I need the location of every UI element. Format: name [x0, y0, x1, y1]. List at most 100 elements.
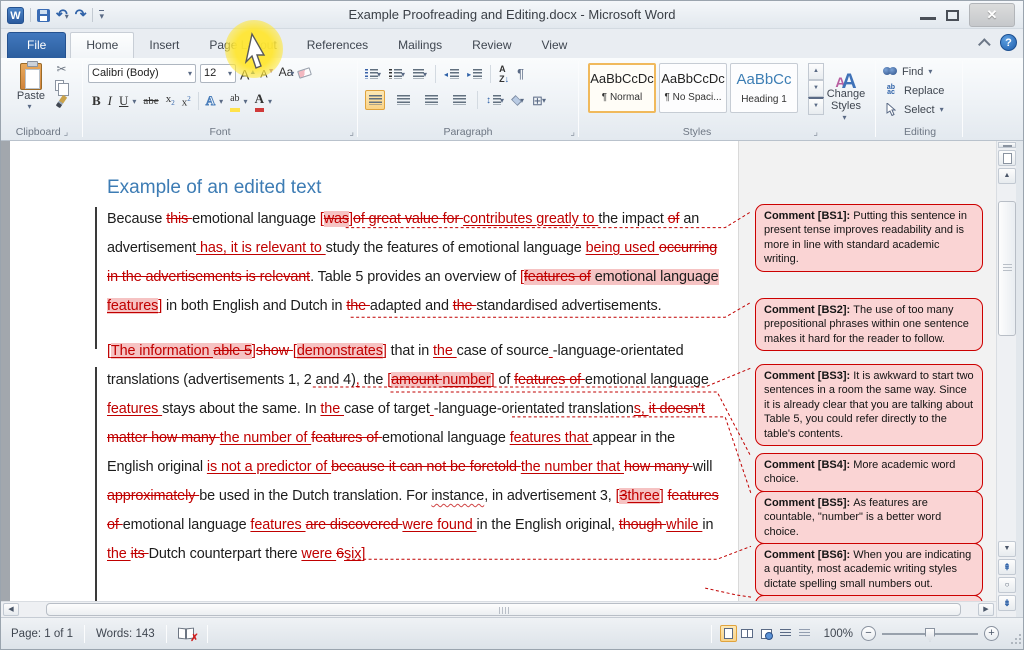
web-layout-view-button[interactable] [758, 625, 775, 642]
document-heading[interactable]: Example of an edited text [107, 177, 321, 199]
font-size-select[interactable]: 12▾ [200, 64, 236, 83]
tab-page-layout[interactable]: Page Layout [194, 33, 291, 58]
zoom-in-button[interactable]: + [984, 626, 999, 641]
superscript-button[interactable]: x2 [182, 90, 191, 112]
font-family-select[interactable]: Calibri (Body)▾ [88, 64, 196, 83]
style-card[interactable]: AaBbCcDc¶ No Spaci... [659, 63, 727, 113]
tab-file[interactable]: File [7, 32, 66, 58]
zoom-slider[interactable] [882, 633, 978, 635]
format-painter-icon[interactable] [56, 95, 68, 109]
select-browse-object-icon[interactable]: ○ [998, 577, 1016, 593]
tab-home[interactable]: Home [70, 32, 134, 58]
comment-balloon[interactable]: Comment [BS2]: The use of too many prepo… [755, 298, 983, 351]
select-button[interactable]: Select▾ [883, 100, 944, 119]
previous-page-icon[interactable]: ⇞ [998, 559, 1016, 575]
underline-button[interactable]: U [119, 92, 128, 110]
copy-icon[interactable] [55, 80, 64, 91]
grow-font-button[interactable]: A▲ [240, 64, 256, 84]
highlight-button[interactable]: ab [230, 90, 239, 112]
multilevel-list-icon[interactable]: ▾ [413, 69, 427, 79]
next-page-icon[interactable]: ⇟ [998, 595, 1016, 611]
italic-button[interactable]: I [108, 92, 112, 110]
horizontal-scrollbar[interactable]: ◀ ▶ [1, 601, 996, 617]
comment-label: Comment [BS3]: [764, 370, 853, 382]
web-layout-icon [761, 629, 772, 639]
increase-indent-icon[interactable]: ▸ [467, 69, 482, 79]
resize-grip[interactable] [1007, 630, 1021, 644]
dialog-launcher-icon[interactable]: ⌟ [349, 129, 354, 137]
change-styles-button[interactable]: AA Change Styles ▾ [820, 60, 872, 124]
subscript-button[interactable]: x2 [166, 90, 175, 112]
page-indicator[interactable]: Page: 1 of 1 [7, 628, 77, 640]
align-right-button[interactable] [421, 90, 441, 110]
horizontal-scroll-thumb[interactable] [46, 603, 961, 616]
minimize-icon[interactable] [920, 10, 936, 20]
vertical-scrollbar[interactable]: ▲ ▼ ⇞ ○ ⇟ [996, 141, 1016, 617]
replace-button[interactable]: abacReplace [883, 81, 944, 100]
paragraph[interactable]: [The information able 5]show [demonstrat… [107, 337, 725, 569]
scroll-right-icon[interactable]: ▶ [978, 603, 994, 616]
comment-balloon[interactable]: Comment [BS6]: When you are indicating a… [755, 543, 983, 596]
fullscreen-reading-view-button[interactable] [739, 625, 756, 642]
find-button[interactable]: Find▾ [883, 62, 944, 81]
zoom-level[interactable]: 100% [824, 628, 853, 640]
show-formatting-marks-icon[interactable]: ¶ [517, 67, 524, 81]
comment-label: Comment [BS5]: [764, 497, 853, 509]
comment-balloon[interactable]: Comment [BS3]: It is awkward to start tw… [755, 364, 983, 446]
comment-balloon[interactable]: Comment [BS4]: More academic word choice… [755, 453, 983, 492]
shading-icon[interactable]: ▾ [512, 96, 524, 105]
dialog-launcher-icon[interactable]: ⌟ [64, 127, 69, 138]
zoom-slider-thumb[interactable] [925, 628, 935, 642]
help-icon[interactable]: ? [1000, 34, 1017, 51]
comment-balloon[interactable]: Comment [BS1]: Putting this sentence in … [755, 204, 983, 272]
dialog-launcher-icon[interactable]: ⌟ [570, 129, 575, 137]
style-card[interactable]: AaBbCcDc¶ Normal [588, 63, 656, 113]
tab-view[interactable]: View [527, 33, 583, 58]
bullets-icon[interactable]: ▾ [365, 69, 381, 79]
bold-button[interactable]: B [92, 92, 101, 110]
tab-insert[interactable]: Insert [134, 33, 194, 58]
comment-balloon[interactable]: Comment [BS5]: As features are countable… [755, 491, 983, 544]
ruler-toggle-icon[interactable] [998, 150, 1016, 166]
font-color-button[interactable]: A [255, 90, 264, 112]
vertical-scroll-thumb[interactable] [998, 201, 1016, 336]
scroll-down-icon[interactable]: ▼ [998, 541, 1016, 557]
cut-icon[interactable]: ✂ [56, 63, 66, 76]
borders-icon[interactable]: ⊞▾ [532, 94, 546, 107]
change-case-button[interactable]: Aa▾ [279, 63, 295, 83]
maximize-icon[interactable] [946, 10, 959, 21]
numbering-icon[interactable]: ▾ [389, 69, 405, 79]
text-run: emotional language [591, 269, 719, 285]
document-page[interactable]: Example of an edited text Because this e… [10, 141, 738, 617]
style-card[interactable]: AaBbCcHeading 1 [730, 63, 798, 113]
close-icon[interactable]: ✕ [969, 3, 1015, 27]
draft-view-button[interactable] [796, 625, 813, 642]
tab-references[interactable]: References [292, 33, 383, 58]
sort-icon[interactable]: AZ↓ [499, 64, 509, 84]
word-count[interactable]: Words: 143 [92, 628, 159, 640]
shrink-font-button[interactable]: A▼ [260, 63, 274, 84]
strikethrough-button[interactable]: abe [143, 92, 158, 110]
print-layout-view-button[interactable] [720, 625, 737, 642]
collapse-ribbon-icon[interactable] [978, 38, 991, 51]
text-effects-button[interactable]: A [206, 92, 215, 110]
paragraph[interactable]: Because this emotional language [was]of … [107, 205, 725, 321]
outline-view-button[interactable] [777, 625, 794, 642]
tab-review[interactable]: Review [457, 33, 526, 58]
clear-formatting-icon[interactable] [297, 68, 312, 80]
align-center-button[interactable] [393, 90, 413, 110]
editing-button-label: Find [902, 66, 923, 78]
dialog-launcher-icon[interactable]: ⌟ [813, 129, 818, 137]
scroll-up-icon[interactable]: ▲ [998, 168, 1016, 184]
scroll-left-icon[interactable]: ◀ [3, 603, 19, 616]
tab-mailings[interactable]: Mailings [383, 33, 457, 58]
justify-button[interactable] [449, 90, 469, 110]
split-handle[interactable] [998, 142, 1016, 148]
paste-button[interactable]: Paste ▾ [9, 61, 53, 123]
zoom-out-button[interactable]: − [861, 626, 876, 641]
align-left-button[interactable] [365, 90, 385, 110]
proofing-errors-icon[interactable]: ✗ [178, 627, 196, 641]
line-spacing-icon[interactable]: ↕▾ [486, 95, 504, 106]
document-body[interactable]: Because this emotional language [was]of … [107, 205, 725, 585]
decrease-indent-icon[interactable]: ◂ [444, 69, 459, 79]
